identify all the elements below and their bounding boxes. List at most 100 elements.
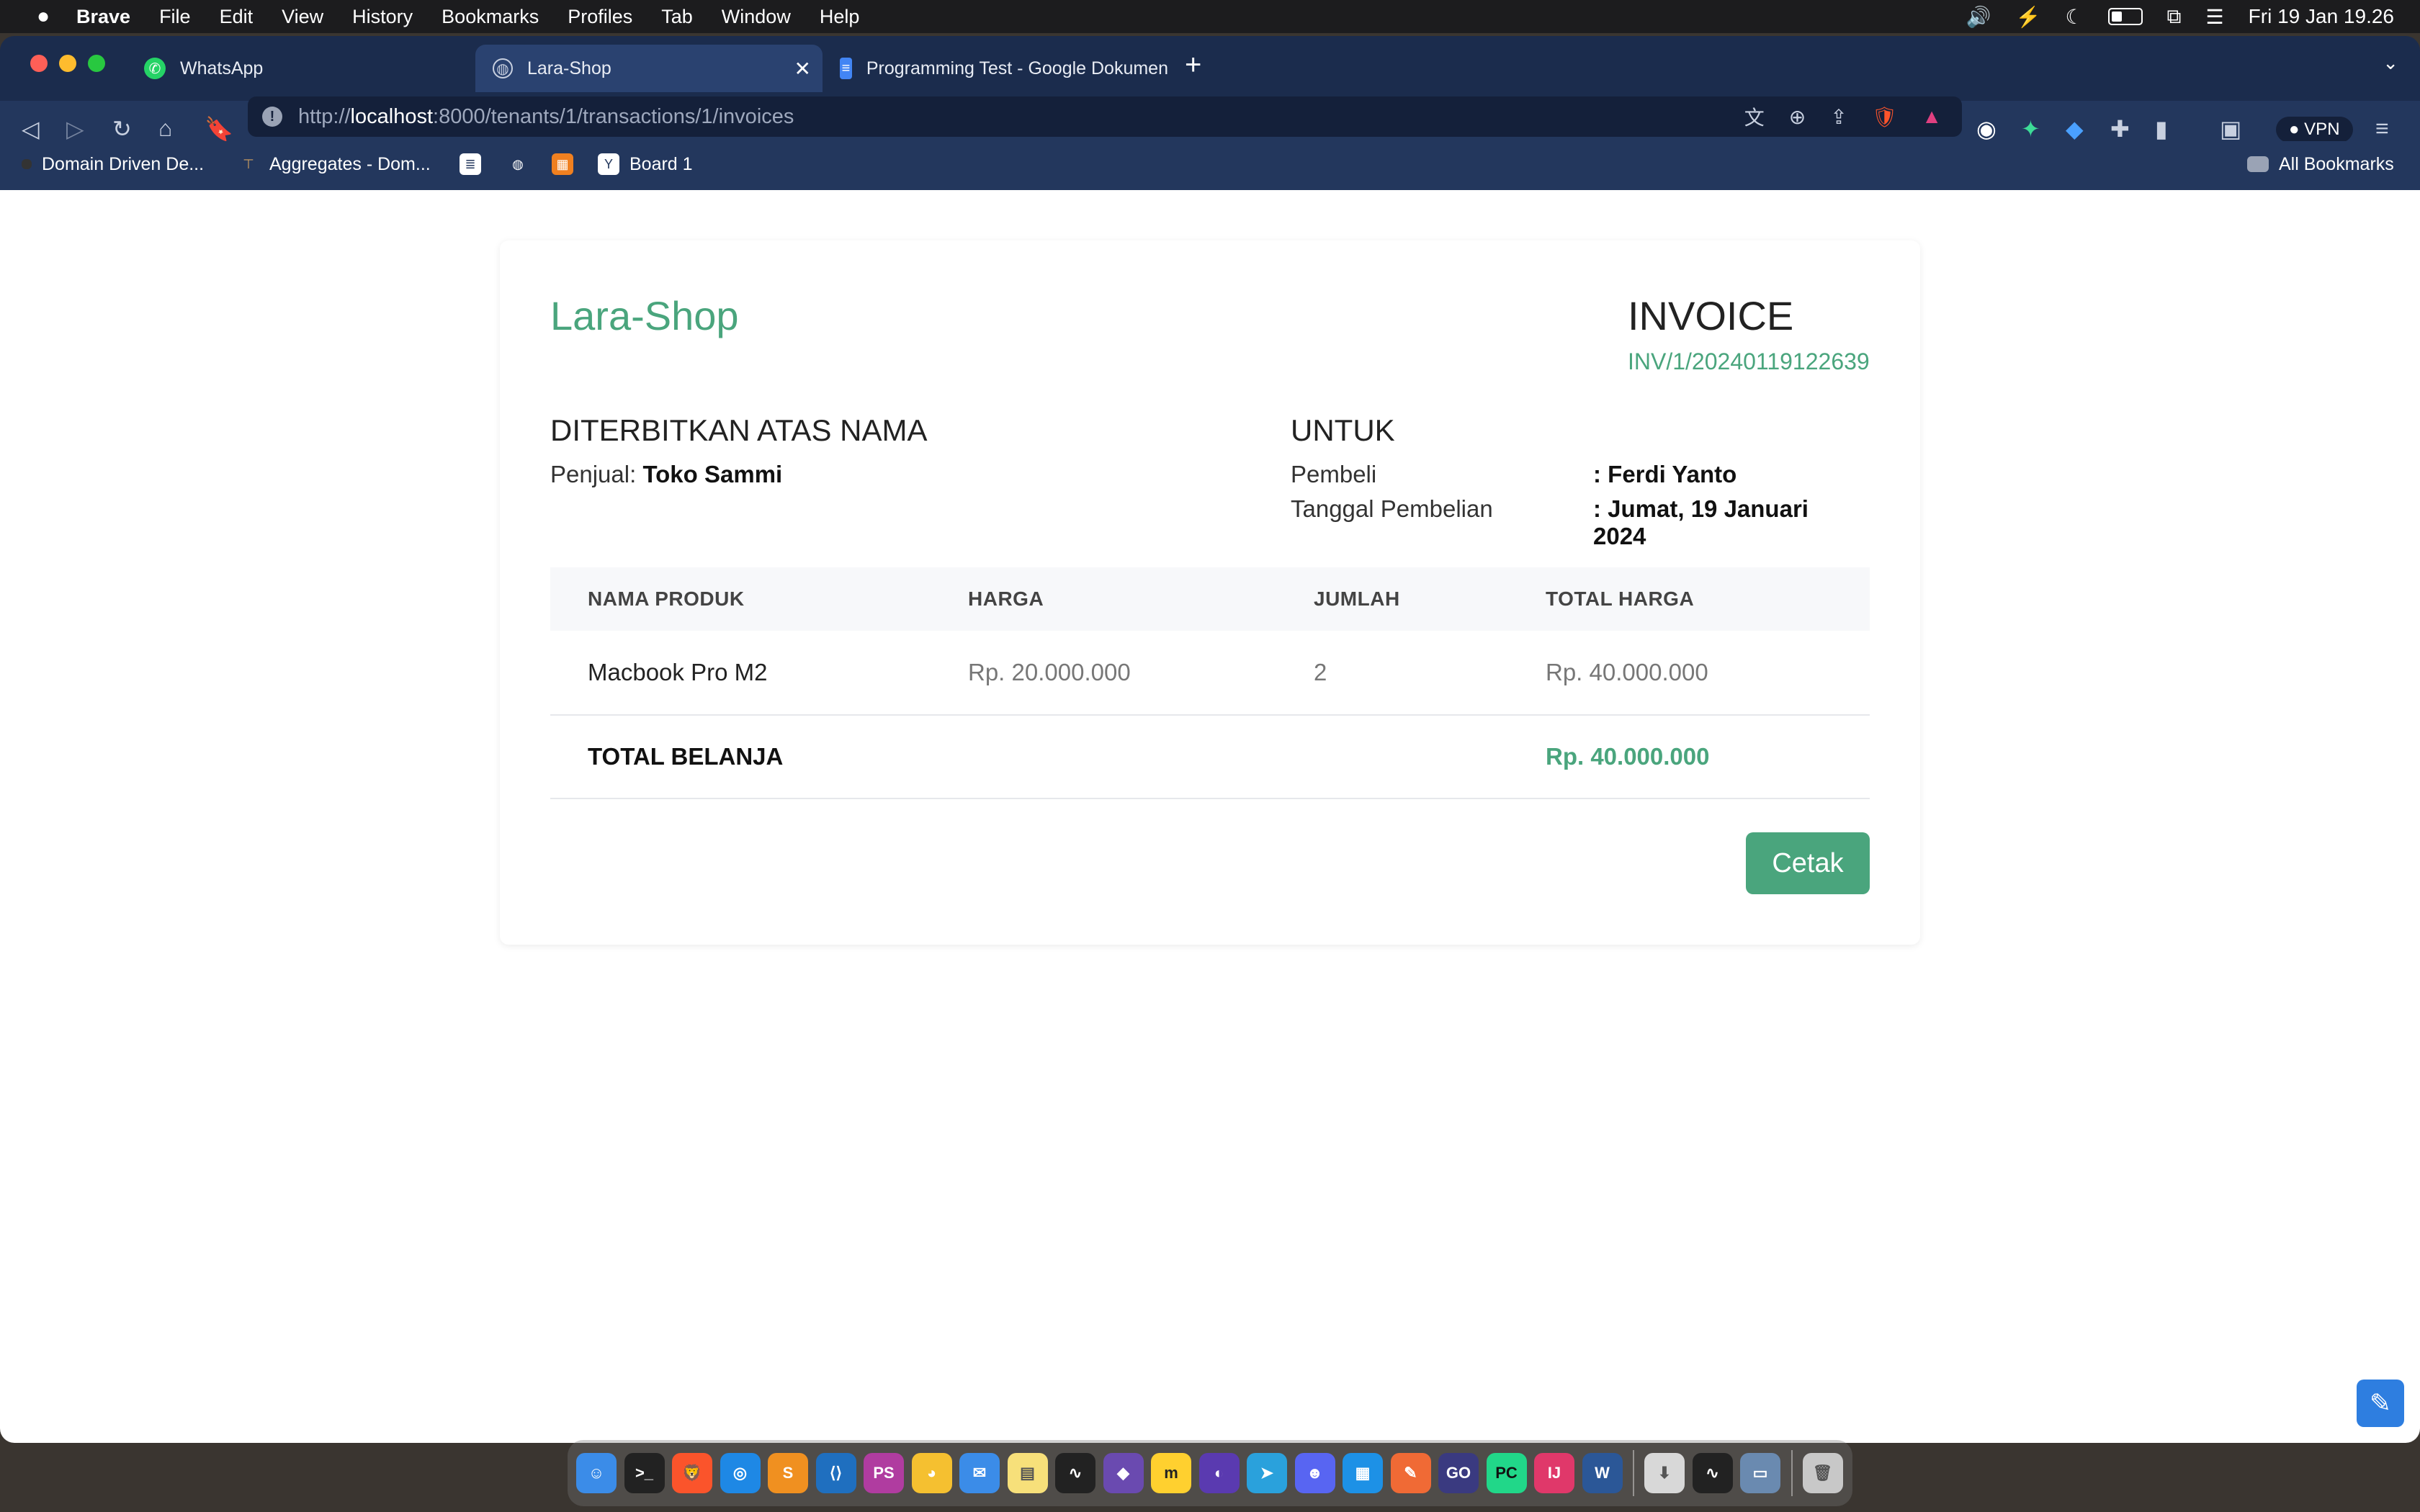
docker-icon[interactable]: ▦ [1343, 1453, 1383, 1493]
bookmark-favicon-icon: Y [598, 153, 619, 175]
wallet-icon[interactable]: ▣ [2220, 115, 2241, 143]
brave-icon[interactable]: 🦁 [672, 1453, 712, 1493]
brave-shields-icon[interactable]: 🛡 [1872, 105, 1898, 129]
bookmark-item[interactable]: ◍ [507, 150, 539, 179]
telegram-icon[interactable]: ➤ [1247, 1453, 1287, 1493]
notes-icon[interactable]: ▤ [1007, 1453, 1048, 1493]
globe-icon: ◍ [493, 58, 513, 78]
menu-help[interactable]: Help [820, 6, 860, 28]
goland-icon[interactable]: GO [1438, 1453, 1479, 1493]
activity-monitor-icon[interactable]: ∿ [1055, 1453, 1095, 1493]
focus-moon-icon[interactable]: ☾ [2065, 5, 2083, 29]
bookmark-item[interactable]: ≣ [460, 150, 491, 179]
menu-edit[interactable]: Edit [220, 6, 254, 28]
grand-total-value: Rp. 40.000.000 [1546, 743, 1710, 770]
menu-file[interactable]: File [159, 6, 191, 28]
cyberduck-icon[interactable]: ◕ [911, 1453, 952, 1493]
bookmarks-bar: Domain Driven De... ⊤ Aggregates - Dom..… [0, 141, 2420, 190]
battery-icon[interactable] [2107, 8, 2143, 25]
terminal-icon[interactable]: >_ [624, 1453, 665, 1493]
menu-view[interactable]: View [282, 6, 323, 28]
tab-lara-shop[interactable]: ◍ Lara-Shop ✕ [475, 45, 823, 92]
zoom-window-button[interactable] [88, 55, 105, 72]
menu-app-name[interactable]: Brave [76, 6, 130, 28]
product-total: Rp. 40.000.000 [1546, 659, 1708, 685]
reload-icon[interactable]: ↻ [112, 115, 132, 143]
finder-icon[interactable]: ☺ [576, 1453, 617, 1493]
menu-window[interactable]: Window [722, 6, 791, 28]
macos-menu-bar: ● Brave File Edit View History Bookmarks… [0, 0, 2420, 33]
menu-bookmarks[interactable]: Bookmarks [442, 6, 539, 28]
close-tab-icon[interactable]: ✕ [794, 57, 811, 81]
control-center-icon[interactable]: ☰ [2206, 5, 2224, 29]
extension-icon[interactable]: ✦ [2021, 115, 2040, 143]
intellij-icon[interactable]: IJ [1534, 1453, 1574, 1493]
vpn-button[interactable]: ● VPN [2276, 117, 2353, 143]
translate-icon[interactable]: 文 [1744, 102, 1765, 131]
close-window-button[interactable] [30, 55, 48, 72]
bookmark-favicon-icon: ▦ [552, 153, 573, 175]
address-bar[interactable]: ! http://localhost:8000/tenants/1/transa… [248, 96, 1962, 137]
bookmark-icon[interactable]: 🔖 [205, 115, 233, 143]
discord-icon[interactable]: ☻ [1294, 1453, 1335, 1493]
bookmark-favicon-icon: ≣ [460, 153, 481, 175]
all-bookmarks-button[interactable]: All Bookmarks [2247, 150, 2394, 179]
column-header: JUMLAH [1314, 588, 1400, 610]
dock-separator [1633, 1450, 1634, 1496]
menu-history[interactable]: History [352, 6, 413, 28]
menubar-clock[interactable]: Fri 19 Jan 19.26 [2249, 5, 2394, 28]
phpstorm-icon[interactable]: PS [864, 1453, 904, 1493]
share-icon[interactable]: ⇪ [1830, 105, 1847, 129]
tab-google-docs[interactable]: ≡ Programming Test - Google Dokumen [823, 45, 1168, 92]
recipient-heading: UNTUK [1291, 413, 1395, 447]
tab-whatsapp[interactable]: ✆ WhatsApp [127, 45, 475, 92]
terminal-stack-icon[interactable]: ∿ [1692, 1453, 1733, 1493]
mail-icon[interactable]: ✉ [959, 1453, 1000, 1493]
volume-icon[interactable]: 🔊 [1966, 5, 1991, 29]
sidebar-icon[interactable]: ▮ [2155, 115, 2168, 143]
home-icon[interactable]: ⌂ [158, 115, 172, 142]
bluetooth-off-icon[interactable]: ⚡ [2016, 5, 2041, 29]
minimize-window-button[interactable] [59, 55, 76, 72]
downloads-stack-icon[interactable]: ⬇ [1644, 1453, 1685, 1493]
purchase-date-value: : Jumat, 19 Januari 2024 [1593, 495, 1809, 549]
brand-logo: Lara-Shop [550, 293, 739, 338]
bookmark-item[interactable]: ▦ [552, 150, 583, 179]
vscode-icon[interactable]: ⟨⟩ [815, 1453, 856, 1493]
bookmark-item[interactable]: Y Board 1 [598, 150, 693, 179]
screen-mirroring-icon[interactable]: ⧉ [2167, 5, 2182, 29]
dock-separator [1791, 1450, 1793, 1496]
bookmark-item[interactable]: ⊤ Aggregates - Dom... [238, 150, 431, 179]
screenshots-stack-icon[interactable]: ▭ [1740, 1453, 1780, 1493]
bookmark-item[interactable]: Domain Driven De... [22, 150, 204, 179]
macos-dock: ☺ >_ 🦁 ◎ S ⟨⟩ PS ◕ ✉ ▤ ∿ ◆ m ◐ ➤ ☻ ▦ ✎ G… [568, 1440, 1852, 1506]
color-picker-icon[interactable]: ✎ [2357, 1380, 2404, 1427]
apple-menu-icon[interactable]: ● [29, 4, 58, 29]
miro-icon[interactable]: m [1151, 1453, 1191, 1493]
forward-icon[interactable]: ▷ [66, 115, 84, 143]
menu-profiles[interactable]: Profiles [568, 6, 632, 28]
url-text[interactable]: http://localhost:8000/tenants/1/transact… [298, 105, 794, 129]
tab-search-chevron-icon[interactable]: ⌄ [2383, 52, 2398, 74]
folder-icon [2247, 156, 2269, 172]
extension-icon[interactable]: ◆ [2066, 115, 2084, 143]
print-button[interactable]: Cetak [1746, 832, 1870, 894]
menu-hamburger-icon[interactable]: ≡ [2375, 115, 2389, 142]
extensions-puzzle-icon[interactable]: ✚ [2110, 115, 2130, 143]
postman-icon[interactable]: ✎ [1390, 1453, 1431, 1493]
leo-ai-icon[interactable]: ◉ [1976, 115, 1996, 143]
pycharm-icon[interactable]: PC [1486, 1453, 1527, 1493]
sublime-text-icon[interactable]: S [768, 1453, 808, 1493]
new-tab-button[interactable]: + [1185, 49, 1201, 81]
tab-label: WhatsApp [180, 58, 264, 78]
github-desktop-icon[interactable]: ◐ [1198, 1453, 1240, 1493]
site-info-icon[interactable]: ! [262, 107, 282, 127]
safari-icon[interactable]: ◎ [720, 1453, 761, 1493]
menu-tab[interactable]: Tab [661, 6, 693, 28]
trash-icon[interactable]: 🗑 [1802, 1453, 1843, 1493]
back-icon[interactable]: ◁ [22, 115, 40, 143]
zoom-icon[interactable]: ⊕ [1789, 105, 1806, 129]
brave-rewards-icon[interactable]: ▲ [1922, 105, 1942, 128]
obsidian-icon[interactable]: ◆ [1103, 1453, 1144, 1493]
word-icon[interactable]: W [1582, 1453, 1623, 1493]
